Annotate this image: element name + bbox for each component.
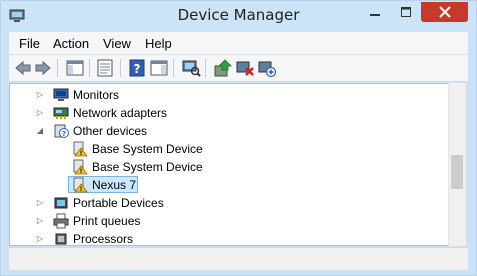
warning-device-icon <box>73 159 88 175</box>
tree-item-nexus-7[interactable]: Nexus 7 <box>10 176 448 194</box>
svg-text:?: ? <box>134 62 141 76</box>
expand-arrow-icon[interactable]: ▷ <box>36 234 44 244</box>
tree-item-processors[interactable]: ▷ Processors <box>10 230 448 246</box>
tree-item-base-system-device[interactable]: Base System Device <box>10 140 448 158</box>
menu-bar: File Action View Help <box>9 32 468 55</box>
tree-item-label: Base System Device <box>92 142 203 156</box>
tree-item-portable-devices[interactable]: ▷ Portable Devices <box>10 194 448 212</box>
tree-item-label: Network adapters <box>73 106 168 120</box>
back-arrow-icon[interactable] <box>13 58 33 78</box>
status-bar <box>9 247 468 270</box>
maximize-button[interactable] <box>392 2 420 22</box>
device-tree[interactable]: ▷ Monitors ▷ Network adapters ◢ ? Other … <box>9 83 449 246</box>
tree-item-label: Other devices <box>73 124 148 138</box>
toolbar-separator <box>57 59 58 77</box>
scan-hardware-icon[interactable] <box>181 58 201 78</box>
menu-view[interactable]: View <box>103 36 131 51</box>
network-adapter-icon <box>53 107 69 119</box>
update-driver-icon[interactable] <box>213 58 233 78</box>
expand-arrow-icon[interactable]: ▷ <box>36 108 44 118</box>
tree-item-label: Print queues <box>73 214 141 228</box>
portable-device-icon <box>54 197 68 209</box>
warning-device-icon <box>73 177 88 193</box>
printer-icon <box>53 213 69 229</box>
menu-help[interactable]: Help <box>145 36 172 51</box>
tree-item-label: Portable Devices <box>73 196 164 210</box>
menu-action[interactable]: Action <box>53 36 89 51</box>
expand-arrow-icon[interactable]: ▷ <box>36 90 44 100</box>
tree-item-print-queues[interactable]: ▷ Print queues <box>10 212 448 230</box>
vertical-scrollbar[interactable] <box>448 83 466 246</box>
toolbar-separator <box>205 59 206 77</box>
close-icon <box>438 6 451 18</box>
tree-item-network-adapters[interactable]: ▷ Network adapters <box>10 104 448 122</box>
processor-icon <box>55 233 67 245</box>
warning-device-icon <box>73 141 88 157</box>
tree-item-label: Base System Device <box>92 160 203 174</box>
menu-file[interactable]: File <box>19 36 40 51</box>
tree-item-label: Processors <box>73 232 134 246</box>
help-icon[interactable]: ? <box>127 58 147 78</box>
tree-item-other-devices[interactable]: ◢ ? Other devices <box>10 122 448 140</box>
collapse-arrow-icon[interactable]: ◢ <box>36 126 44 136</box>
action-pane-icon[interactable] <box>149 58 169 78</box>
expand-arrow-icon[interactable]: ▷ <box>36 216 44 226</box>
tree-item-label: Nexus 7 <box>92 178 137 192</box>
monitor-icon <box>53 88 69 101</box>
add-legacy-hardware-icon[interactable] <box>257 58 277 78</box>
close-button[interactable] <box>421 2 468 22</box>
toolbar-separator <box>173 59 174 77</box>
other-devices-icon: ? <box>54 124 69 138</box>
minimize-button[interactable] <box>361 2 389 22</box>
minimize-icon <box>370 14 380 16</box>
uninstall-device-icon[interactable] <box>235 58 255 78</box>
maximize-icon <box>401 7 411 17</box>
expand-arrow-icon[interactable]: ▷ <box>36 198 44 208</box>
toolbar: ? <box>9 55 468 82</box>
title-bar[interactable]: Device Manager <box>1 1 476 31</box>
tree-item-base-system-device[interactable]: Base System Device <box>10 158 448 176</box>
tree-item-label: Monitors <box>73 88 120 102</box>
scrollbar-thumb[interactable] <box>451 155 463 189</box>
toolbar-separator <box>120 59 121 77</box>
device-manager-window: Device Manager File Action View Help ? ▷… <box>0 0 477 276</box>
properties-icon[interactable] <box>95 58 115 78</box>
show-hide-console-tree-icon[interactable] <box>65 58 85 78</box>
tree-item-monitors[interactable]: ▷ Monitors <box>10 86 448 104</box>
svg-text:?: ? <box>62 130 66 138</box>
toolbar-separator <box>89 59 90 77</box>
forward-arrow-icon[interactable] <box>33 58 53 78</box>
